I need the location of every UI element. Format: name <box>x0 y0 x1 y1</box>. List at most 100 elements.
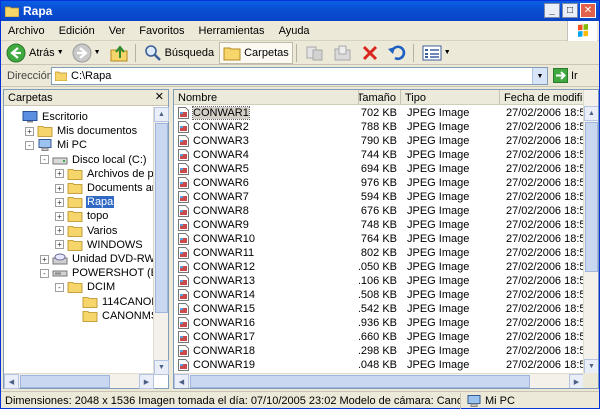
delete-x-icon <box>362 45 377 60</box>
tree-item[interactable]: - DCIM <box>55 280 116 294</box>
file-row[interactable]: CONWAR4 744 KB JPEG Image 27/02/2006 18:51 <box>174 148 584 162</box>
file-row[interactable]: CONWAR16 1.936 KB JPEG Image 27/02/2006 18:… <box>174 316 584 330</box>
delete-button[interactable] <box>358 42 382 64</box>
tree-item[interactable]: + Rapa <box>55 195 115 209</box>
scroll-left-icon[interactable]: ◀ <box>4 374 19 389</box>
file-name: CONWAR11 <box>193 247 255 259</box>
expand-icon[interactable]: + <box>55 226 64 236</box>
scroll-thumb[interactable] <box>155 123 168 313</box>
back-button[interactable]: Atrás ▼ <box>3 42 67 64</box>
tree-item[interactable]: CANONMSC <box>70 309 154 323</box>
expand-icon[interactable]: + <box>55 169 64 179</box>
close-icon[interactable]: ✕ <box>155 90 164 103</box>
menu-herramientas[interactable]: Herramientas <box>192 25 272 37</box>
files-vertical-scrollbar[interactable]: ▲ ▼ <box>583 90 598 374</box>
forward-button[interactable]: ▼ <box>69 42 104 64</box>
scroll-right-icon[interactable]: ▶ <box>569 374 584 388</box>
scroll-up-icon[interactable]: ▲ <box>584 106 598 121</box>
tree-item[interactable]: - Mi PC <box>25 138 88 152</box>
tree-item[interactable]: + Documents and Setti <box>55 181 154 195</box>
scroll-left-icon[interactable]: ◀ <box>174 374 189 388</box>
maximize-button[interactable]: □ <box>562 3 578 18</box>
files-horizontal-scrollbar[interactable]: ◀ ▶ <box>174 373 584 388</box>
column-header-date[interactable]: Fecha de modifi... <box>500 90 584 105</box>
file-row[interactable]: CONWAR11 802 KB JPEG Image 27/02/2006 18:51 <box>174 246 584 260</box>
collapse-icon[interactable]: - <box>40 268 49 278</box>
minimize-button[interactable]: _ <box>544 3 560 18</box>
copy-to-button[interactable] <box>330 42 356 64</box>
collapse-icon[interactable]: - <box>40 155 49 165</box>
undo-button[interactable] <box>384 42 410 64</box>
expand-icon[interactable]: + <box>40 254 49 264</box>
tree-item[interactable]: + Archivos de program <box>55 167 154 181</box>
title-bar[interactable]: Rapa _ □ ✕ <box>1 1 599 21</box>
expand-icon[interactable]: + <box>25 126 34 136</box>
chevron-down-icon[interactable]: ▼ <box>57 49 64 56</box>
views-button[interactable]: ▼ <box>419 42 454 64</box>
file-row[interactable]: CONWAR10 764 KB JPEG Image 27/02/2006 18:51 <box>174 232 584 246</box>
tree-vertical-scrollbar[interactable]: ▲ ▼ <box>153 107 169 375</box>
column-header-name[interactable]: Nombre <box>174 90 359 105</box>
close-button[interactable]: ✕ <box>580 3 596 18</box>
chevron-down-icon[interactable]: ▼ <box>444 49 451 56</box>
file-name: CONWAR5 <box>193 163 249 175</box>
address-dropdown-icon[interactable]: ▼ <box>532 68 547 84</box>
tree-item[interactable]: - Disco local (C:) <box>40 153 148 167</box>
tree-item[interactable]: 114CANON <box>70 295 154 309</box>
menu-archivo[interactable]: Archivo <box>1 25 52 37</box>
tree-horizontal-scrollbar[interactable]: ◀ ▶ <box>4 373 154 389</box>
search-button[interactable]: Búsqueda <box>141 42 218 64</box>
tree-item[interactable]: + Mis documentos <box>25 124 138 138</box>
file-row[interactable]: CONWAR6 976 KB JPEG Image 27/02/2006 18:51 <box>174 176 584 190</box>
file-row[interactable]: CONWAR17 4.660 KB JPEG Image 27/02/2006 18:… <box>174 330 584 344</box>
file-row[interactable]: CONWAR8 676 KB JPEG Image 27/02/2006 18:51 <box>174 204 584 218</box>
tree-item[interactable]: + topo <box>55 209 109 223</box>
menu-favoritos[interactable]: Favoritos <box>132 25 191 37</box>
collapse-icon[interactable]: - <box>55 282 64 292</box>
scroll-right-icon[interactable]: ▶ <box>139 374 154 389</box>
tree-item[interactable]: + WINDOWS <box>55 238 144 252</box>
up-folder-button[interactable] <box>106 42 132 64</box>
scroll-thumb[interactable] <box>190 375 530 388</box>
menu-ver[interactable]: Ver <box>102 25 133 37</box>
file-row[interactable]: CONWAR12 1.050 KB JPEG Image 27/02/2006 18:… <box>174 260 584 274</box>
file-type: JPEG Image <box>407 233 470 245</box>
file-row[interactable]: CONWAR9 748 KB JPEG Image 27/02/2006 18:51 <box>174 218 584 232</box>
file-row[interactable]: CONWAR3 790 KB JPEG Image 27/02/2006 18:51 <box>174 134 584 148</box>
tree-item[interactable]: + Varios <box>55 224 118 238</box>
chevron-down-icon[interactable]: ▼ <box>94 49 101 56</box>
file-row[interactable]: CONWAR5 694 KB JPEG Image 27/02/2006 18:51 <box>174 162 584 176</box>
scroll-up-icon[interactable]: ▲ <box>154 107 169 122</box>
tree-item-label: Varios <box>87 224 118 237</box>
folders-button[interactable]: Carpetas <box>219 41 293 64</box>
tree-item[interactable]: Escritorio <box>10 110 89 124</box>
file-row[interactable]: CONWAR15 1.542 KB JPEG Image 27/02/2006 18:… <box>174 302 584 316</box>
file-name-cell: CONWAR3 <box>174 134 359 148</box>
file-name-cell: CONWAR9 <box>174 218 359 232</box>
scroll-down-icon[interactable]: ▼ <box>154 360 169 375</box>
expand-icon[interactable]: + <box>55 211 64 221</box>
file-row[interactable]: CONWAR1 702 KB JPEG Image 27/02/2006 18:51 <box>174 106 584 120</box>
expand-icon[interactable]: + <box>55 197 64 207</box>
go-button[interactable]: Ir <box>553 68 578 83</box>
file-row[interactable]: CONWAR7 594 KB JPEG Image 27/02/2006 18:51 <box>174 190 584 204</box>
file-row[interactable]: CONWAR19 3.048 KB JPEG Image 27/02/2006 18:… <box>174 358 584 372</box>
address-input[interactable]: C:\Rapa ▼ <box>51 67 548 85</box>
scroll-thumb[interactable] <box>585 122 598 272</box>
tree-item[interactable]: - POWERSHOT (E:) <box>40 266 154 280</box>
file-row[interactable]: CONWAR2 788 KB JPEG Image 27/02/2006 18:51 <box>174 120 584 134</box>
file-row[interactable]: CONWAR18 2.298 KB JPEG Image 27/02/2006 18:… <box>174 344 584 358</box>
expand-icon[interactable]: + <box>55 240 64 250</box>
tree-item[interactable]: + Unidad DVD-RW (D:) <box>40 252 154 266</box>
move-to-button[interactable] <box>302 42 328 64</box>
collapse-icon[interactable]: - <box>25 140 34 150</box>
expand-icon[interactable]: + <box>55 183 64 193</box>
column-header-type[interactable]: Tipo <box>401 90 500 105</box>
file-row[interactable]: CONWAR13 1.106 KB JPEG Image 27/02/2006 18:… <box>174 274 584 288</box>
menu-ayuda[interactable]: Ayuda <box>272 25 317 37</box>
column-header-size[interactable]: Tamaño <box>359 90 401 105</box>
scroll-thumb[interactable] <box>20 375 110 388</box>
file-row[interactable]: CONWAR14 1.508 KB JPEG Image 27/02/2006 18:… <box>174 288 584 302</box>
scroll-down-icon[interactable]: ▼ <box>584 359 598 374</box>
menu-edicion[interactable]: Edición <box>52 25 102 37</box>
